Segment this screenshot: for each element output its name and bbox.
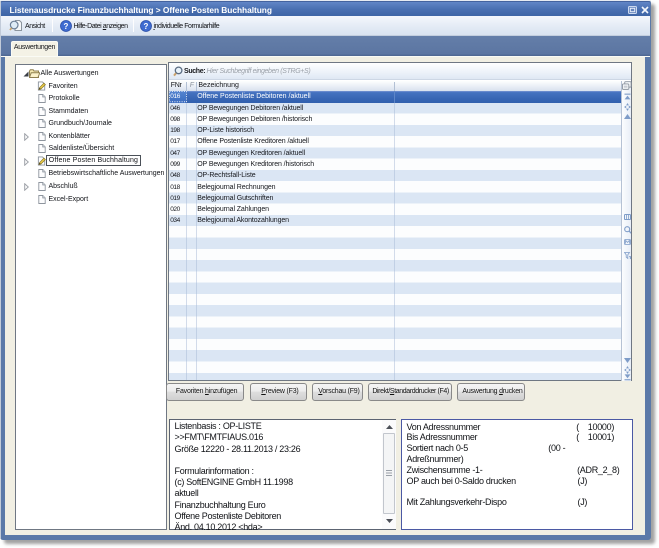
svg-text:?: ?: [64, 22, 69, 31]
svg-text:?: ?: [144, 22, 149, 31]
